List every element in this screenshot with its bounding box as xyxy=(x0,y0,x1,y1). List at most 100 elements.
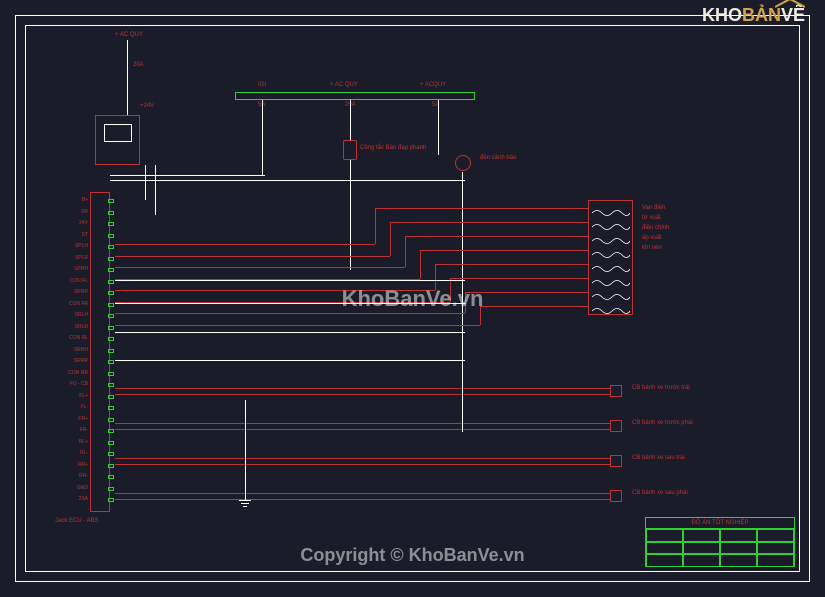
ecu-pin: RR+ xyxy=(50,462,88,468)
wire xyxy=(115,332,465,333)
pin-terminal xyxy=(108,360,114,364)
wire xyxy=(145,165,146,200)
ecu-pin: 2SA xyxy=(50,496,88,502)
solenoid-coil xyxy=(592,219,630,229)
ecu-pin: CON FR xyxy=(50,301,88,307)
wire xyxy=(465,292,588,293)
title-cell xyxy=(683,529,720,542)
roof-icon xyxy=(775,0,805,9)
ecu-pin: SRLH xyxy=(50,312,88,318)
pin-terminal xyxy=(108,383,114,387)
ecu-pin: B+ xyxy=(50,197,88,203)
title-cell xyxy=(757,542,794,555)
label-warning: đèn cảnh báo xyxy=(480,155,516,162)
wire-ground xyxy=(245,400,246,500)
wire xyxy=(405,236,588,237)
ecu-pin: FO - CB xyxy=(50,381,88,387)
pin-terminal xyxy=(108,268,114,272)
wire xyxy=(350,160,351,270)
label-acquy3: + ACQUY xyxy=(420,82,446,88)
pin-terminal xyxy=(108,498,114,502)
ground-icon xyxy=(239,500,251,510)
wheel-sensor xyxy=(610,490,622,502)
coil-label: khí nén xyxy=(642,245,662,251)
solenoid-coil xyxy=(592,261,630,271)
wire xyxy=(115,394,610,395)
ecu-pin: CON RL xyxy=(50,335,88,341)
wheel-sensor xyxy=(610,385,622,397)
wire xyxy=(115,464,610,465)
wire xyxy=(420,250,588,251)
ecu-pin: 24V xyxy=(50,220,88,226)
wire xyxy=(115,325,480,326)
wire xyxy=(480,306,481,325)
solenoid-coil xyxy=(592,303,630,313)
coil-label: Van điện xyxy=(642,205,665,211)
ecu-pin: RL- xyxy=(50,450,88,456)
pin-terminal xyxy=(108,487,114,491)
wheel-sensor xyxy=(610,455,622,467)
wire xyxy=(405,236,406,267)
wire xyxy=(115,244,375,245)
wire xyxy=(110,180,465,181)
title-block: ĐỒ ÁN TỐT NGHIỆP xyxy=(645,517,795,567)
wire xyxy=(115,267,405,268)
ecu-pin: FR- xyxy=(50,427,88,433)
wire xyxy=(110,175,265,176)
fuse-block xyxy=(235,92,475,100)
pin-terminal xyxy=(108,372,114,376)
pin-terminal xyxy=(108,245,114,249)
pin-terminal xyxy=(108,475,114,479)
sensor-label: CB bánh xe trước phải xyxy=(632,420,693,427)
ecu-pin: SR xyxy=(50,209,88,215)
wire xyxy=(115,499,610,500)
wire xyxy=(115,458,610,459)
pin-terminal xyxy=(108,314,114,318)
ecu-pin: ST xyxy=(50,232,88,238)
title-cell xyxy=(646,554,683,567)
wire xyxy=(115,256,390,257)
title-cell xyxy=(720,529,757,542)
ecu-pin: RL+ xyxy=(50,439,88,445)
wire xyxy=(115,280,465,281)
ecu-pin: SRRR xyxy=(50,358,88,364)
pin-terminal xyxy=(108,234,114,238)
wire xyxy=(462,172,463,432)
pin-terminal xyxy=(108,211,114,215)
solenoid-coil xyxy=(592,205,630,215)
sensor-label: CB bánh xe trước trái xyxy=(632,385,690,392)
ecu-pin: CON FL xyxy=(50,278,88,284)
ecu-pin: FL+ xyxy=(50,393,88,399)
pin-terminal xyxy=(108,418,114,422)
wire xyxy=(350,100,351,140)
ecu-pin: SRRH xyxy=(50,347,88,353)
pin-terminal xyxy=(108,395,114,399)
wire xyxy=(450,278,451,302)
ecu-connector xyxy=(90,192,110,512)
title-cell xyxy=(720,554,757,567)
title-cell xyxy=(683,554,720,567)
warning-lamp-icon xyxy=(455,155,471,171)
wire xyxy=(127,40,128,115)
pin-terminal xyxy=(108,406,114,410)
solenoid-coil xyxy=(592,247,630,257)
ecu-pin: SRLR xyxy=(50,324,88,330)
pin-terminal xyxy=(108,222,114,226)
title-cell xyxy=(757,529,794,542)
title-cell xyxy=(646,529,683,542)
ecu-pin: SPLR xyxy=(50,255,88,261)
pin-terminal xyxy=(108,257,114,261)
pin-terminal xyxy=(108,337,114,341)
wire xyxy=(115,423,610,424)
pin-terminal xyxy=(108,464,114,468)
wire xyxy=(115,303,465,304)
pin-terminal xyxy=(108,452,114,456)
ecu-pin: FL- xyxy=(50,404,88,410)
ecu-pin: RR- xyxy=(50,473,88,479)
wire xyxy=(115,493,610,494)
solenoid-coil xyxy=(592,289,630,299)
label-acquy: + AC QUY xyxy=(115,32,143,38)
pin-terminal xyxy=(108,303,114,307)
pin-terminal xyxy=(108,199,114,203)
wire xyxy=(115,388,610,389)
